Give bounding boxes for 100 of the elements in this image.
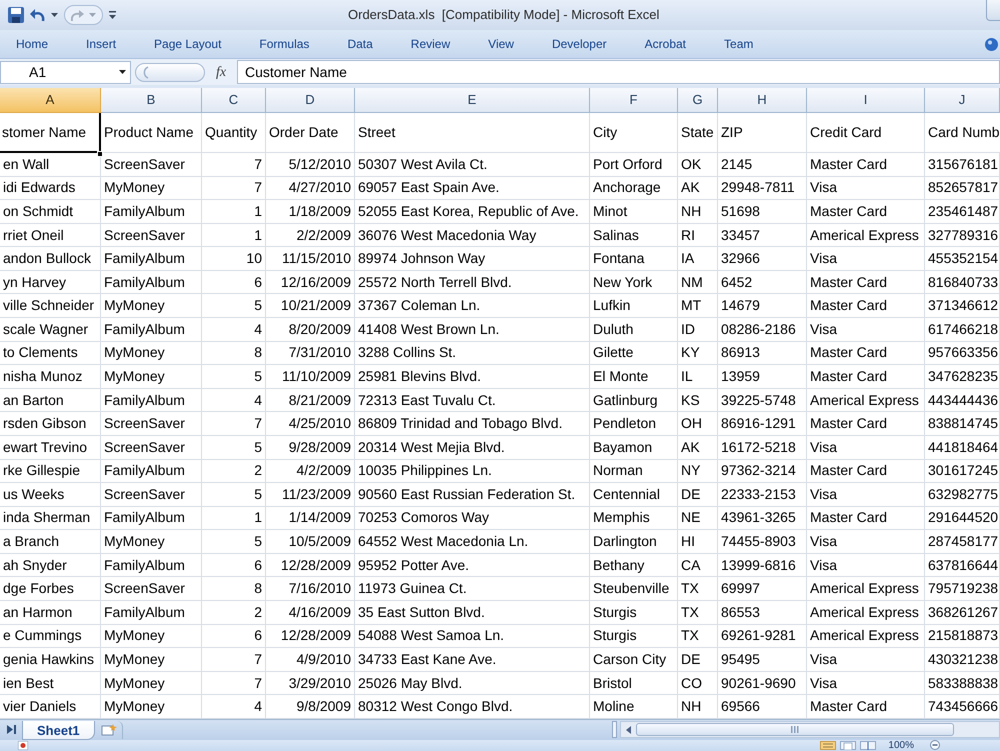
table-cell: 86913 <box>718 342 807 366</box>
normal-view-icon[interactable] <box>820 740 836 750</box>
table-cell: yn Harvey <box>0 270 101 294</box>
table-cell: 54088 West Samoa Ln. <box>355 624 590 648</box>
table-cell: 33457 <box>718 224 807 248</box>
ribbon-tab[interactable]: Insert <box>70 32 132 56</box>
ribbon-tab[interactable]: Acrobat <box>628 32 702 56</box>
table-cell: 838814745 <box>925 412 1000 436</box>
caret-icon[interactable] <box>51 13 58 17</box>
split-handle[interactable] <box>612 721 617 738</box>
table-cell: nisha Munoz <box>0 365 101 389</box>
table-cell: Visa <box>807 530 925 554</box>
table-cell: on Schmidt <box>0 200 101 224</box>
undo-icon[interactable] <box>30 8 45 22</box>
save-icon[interactable] <box>8 7 24 23</box>
table-cell: MyMoney <box>101 672 202 696</box>
column-header[interactable]: D <box>266 88 355 113</box>
table-cell: 4/16/2009 <box>266 600 355 625</box>
page-break-icon[interactable] <box>860 740 876 750</box>
column-header[interactable]: H <box>718 88 807 113</box>
ribbon-tab[interactable]: Review <box>394 32 466 56</box>
header-cell: Quantity <box>202 113 266 153</box>
column-header[interactable]: B <box>101 88 202 113</box>
sheet-tab[interactable]: Sheet1 <box>22 720 95 740</box>
header-cell: State <box>678 113 718 153</box>
column-header[interactable]: G <box>678 88 718 113</box>
table-cell: MyMoney <box>101 176 202 200</box>
caret-icon[interactable] <box>119 70 126 74</box>
ribbon-tab[interactable]: Team <box>708 32 770 56</box>
zoom-out-icon[interactable] <box>930 740 940 750</box>
ribbon-tab[interactable]: Page Layout <box>138 32 238 56</box>
table-cell: Pendleton <box>590 412 678 436</box>
record-icon[interactable] <box>18 740 28 750</box>
table-cell: 5 <box>202 436 266 460</box>
customize-icon[interactable] <box>109 11 116 19</box>
table-cell: Gatlinburg <box>590 388 678 412</box>
table-cell: rsden Gibson <box>0 412 101 436</box>
table-cell: 6452 <box>718 270 807 294</box>
header-cell: Card Numb <box>925 113 1000 153</box>
table-cell: 22333-2153 <box>718 483 807 507</box>
ribbon-tab[interactable]: Home <box>0 32 64 56</box>
table-cell: 8/21/2009 <box>266 388 355 412</box>
table-cell: TX <box>678 624 718 648</box>
column-header[interactable]: A <box>0 88 101 113</box>
ribbon-tab[interactable]: View <box>472 32 530 56</box>
table-cell: 2 <box>202 460 266 484</box>
table-cell: El Monte <box>590 365 678 389</box>
table-cell: MyMoney <box>101 294 202 318</box>
table-cell: 39225-5748 <box>718 388 807 412</box>
splitter-handle[interactable] <box>135 62 205 82</box>
column-header[interactable]: J <box>925 88 1000 113</box>
column-header[interactable]: E <box>355 88 590 113</box>
table-cell: an Barton <box>0 388 101 412</box>
column-header[interactable]: C <box>202 88 266 113</box>
orb-icon[interactable] <box>985 38 998 50</box>
table-cell: 90261-9690 <box>718 672 807 696</box>
window-title: OrdersData.xls [Compatibility Mode] - Microsoft Excel <box>348 6 660 24</box>
table-cell: 235461487 <box>925 200 1000 224</box>
column-header[interactable]: I <box>807 88 925 113</box>
table-cell: MT <box>678 294 718 318</box>
ribbon-tab[interactable]: Developer <box>536 32 623 56</box>
column-header[interactable]: F <box>590 88 678 113</box>
table-cell: 11/15/2010 <box>266 247 355 271</box>
table-cell: 632982775 <box>925 483 1000 507</box>
table-cell: genia Hawkins <box>0 648 101 672</box>
redo-icon <box>71 10 84 20</box>
table-cell: TX <box>678 577 718 601</box>
table-cell: Visa <box>807 672 925 696</box>
table-cell: 441818464 <box>925 436 1000 460</box>
table-cell: AK <box>678 176 718 200</box>
table-cell: Master Card <box>807 294 925 318</box>
insert-function-button[interactable]: fx <box>209 62 233 82</box>
fill-handle[interactable] <box>97 151 103 157</box>
zoom-level[interactable]: 100% <box>888 740 914 751</box>
table-cell: Bethany <box>590 554 678 578</box>
table-cell: Duluth <box>590 318 678 342</box>
table-cell: Memphis <box>590 506 678 530</box>
table-cell: ScreenSaver <box>101 153 202 177</box>
table-cell: Master Card <box>807 412 925 436</box>
table-cell: 35 East Sutton Blvd. <box>355 600 590 625</box>
table-cell: 90560 East Russian Federation St. <box>355 483 590 507</box>
table-cell: HI <box>678 530 718 554</box>
table-cell: 64552 West Macedonia Ln. <box>355 530 590 554</box>
table-cell: Visa <box>807 176 925 200</box>
header-cell: ZIP <box>718 113 807 153</box>
ribbon-tab[interactable]: Data <box>331 32 389 56</box>
formula-field[interactable]: Customer Name <box>237 60 1000 84</box>
header-cell: stomer Name <box>0 113 101 153</box>
table-cell: 51698 <box>718 200 807 224</box>
table-cell: 5 <box>202 294 266 318</box>
table-cell: 8 <box>202 342 266 366</box>
table-cell: 4/27/2010 <box>266 176 355 200</box>
table-cell: 2 <box>202 600 266 625</box>
ribbon-tab[interactable]: Formulas <box>243 32 326 56</box>
table-cell: 6 <box>202 624 266 648</box>
table-cell: 4 <box>202 318 266 342</box>
name-box[interactable]: A1 <box>0 60 131 84</box>
table-cell: DE <box>678 483 718 507</box>
table-cell: dge Forbes <box>0 577 101 601</box>
scroll-thumb[interactable] <box>636 723 954 736</box>
